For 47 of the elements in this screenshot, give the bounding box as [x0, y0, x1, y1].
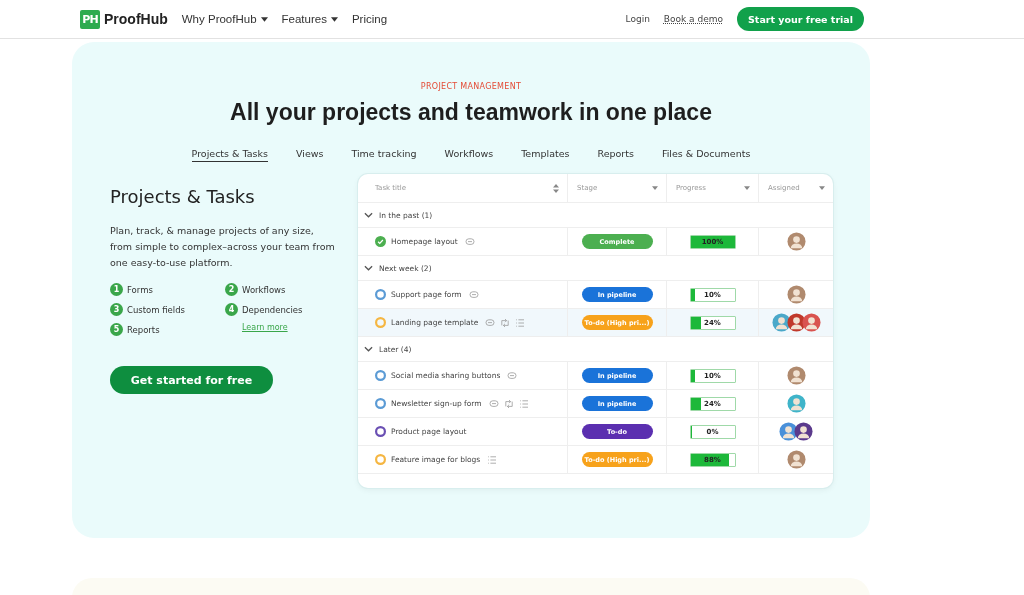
chevron-icon[interactable]	[364, 346, 373, 352]
chevron-icon[interactable]	[364, 212, 373, 218]
book-demo-link[interactable]: Book a demo	[663, 14, 724, 24]
caret-icon	[819, 186, 825, 190]
feature-label: Workflows	[242, 284, 286, 295]
status-icon[interactable]	[375, 289, 386, 300]
section-title: Projects & Tasks	[110, 186, 256, 207]
logo-text[interactable]: ProofHub	[104, 11, 168, 27]
avatar-icon[interactable]	[779, 422, 798, 441]
number-badge: 2	[225, 283, 238, 296]
section-eyebrow: PROJECT MANAGEMENT	[420, 82, 522, 91]
feature-tab[interactable]: Time tracking	[351, 148, 417, 162]
feature-tab[interactable]: Views	[295, 148, 324, 162]
avatar-icon[interactable]	[801, 313, 821, 332]
number-badge: 3	[110, 303, 123, 316]
status-icon[interactable]	[375, 370, 386, 381]
status-icon[interactable]	[375, 236, 386, 247]
avatar-icon[interactable]	[771, 313, 791, 332]
number-badge: 4	[225, 303, 238, 316]
sort-icon	[553, 183, 559, 193]
feature-tab[interactable]: Workflows	[444, 148, 494, 162]
caret-icon	[260, 16, 268, 22]
section-description: Plan, track, & manage projects of any size, from simple to complex–across your team from one easy-to-use platform.	[110, 224, 336, 270]
nav-link[interactable]: Features	[281, 13, 338, 25]
chevron-icon[interactable]	[364, 265, 373, 271]
feature-label: Custom fields	[127, 304, 186, 315]
nav-link[interactable]: Pricing	[351, 13, 388, 25]
feature-label: Forms	[127, 284, 153, 295]
nav-link[interactable]: Why ProofHub	[181, 13, 268, 25]
number-badge: 1	[110, 283, 123, 296]
status-icon[interactable]	[375, 426, 386, 437]
feature-label: Dependencies	[242, 304, 303, 315]
feature-label: Reports	[127, 324, 160, 335]
login-link[interactable]: Login	[625, 14, 650, 24]
get-started-button[interactable]: Get started for free	[110, 366, 273, 394]
status-icon[interactable]	[375, 398, 386, 409]
hero-title: All your projects and teamwork in one place	[230, 99, 712, 126]
number-badge: 5	[110, 323, 123, 336]
feature-tab[interactable]: Templates	[521, 148, 570, 162]
avatar-icon[interactable]	[786, 313, 806, 332]
caret-icon	[330, 16, 338, 22]
feature-tab[interactable]: Files & Documents	[661, 148, 751, 162]
avatar-icon[interactable]	[794, 422, 813, 441]
caret-icon	[652, 186, 658, 190]
feature-tab[interactable]: Projects & Tasks	[191, 148, 268, 162]
feature-tab[interactable]: Reports	[597, 148, 634, 162]
caret-icon	[744, 186, 750, 190]
